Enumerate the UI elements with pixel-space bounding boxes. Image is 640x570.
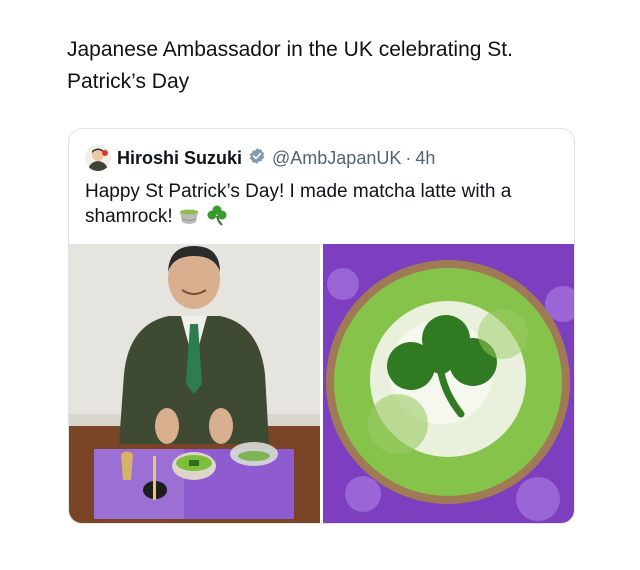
ambassador-matcha-photo[interactable] bbox=[69, 244, 320, 523]
matcha-cup-icon bbox=[178, 206, 200, 233]
post-caption: Japanese Ambassador in the UK celebratin… bbox=[67, 38, 513, 93]
post-text-block: Happy St Patrick’s Day! I made matcha la… bbox=[85, 179, 555, 233]
shamrock-icon bbox=[205, 204, 229, 233]
post-age[interactable]: 4h bbox=[415, 148, 435, 169]
author-name[interactable]: Hiroshi Suzuki bbox=[117, 148, 242, 169]
embedded-post-card[interactable]: Hiroshi Suzuki @AmbJapanUK · 4h Happy St… bbox=[68, 128, 575, 524]
post-media bbox=[69, 244, 574, 523]
post-header: Hiroshi Suzuki @AmbJapanUK · 4h bbox=[85, 145, 435, 171]
author-avatar[interactable] bbox=[85, 145, 111, 171]
post-text: Happy St Patrick’s Day! I made matcha la… bbox=[85, 181, 512, 227]
verified-badge-icon bbox=[248, 147, 266, 170]
shamrock-latte-photo[interactable] bbox=[323, 244, 574, 523]
author-handle[interactable]: @AmbJapanUK bbox=[272, 148, 401, 169]
meta-separator: · bbox=[405, 147, 412, 168]
